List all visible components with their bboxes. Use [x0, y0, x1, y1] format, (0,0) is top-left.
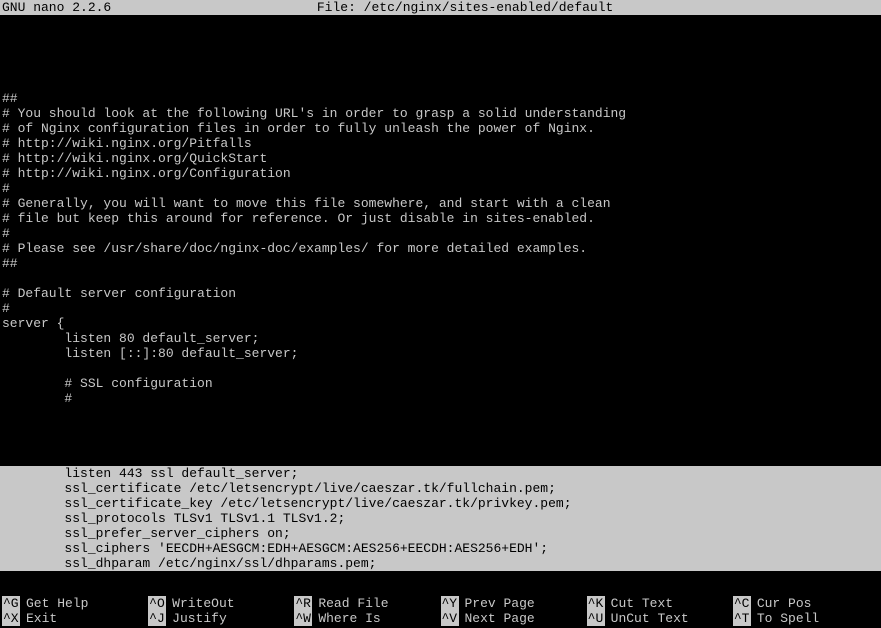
title-bar: GNU nano 2.2.6 File: /etc/nginx/sites-en…: [0, 0, 881, 15]
keycap: ^X: [2, 611, 20, 626]
shortcut-next-page[interactable]: ^V Next Page: [441, 611, 587, 626]
shortcut-exit[interactable]: ^X Exit: [2, 611, 148, 626]
shortcut-cur-pos[interactable]: ^C Cur Pos: [733, 596, 879, 611]
file-label: File: /etc/nginx/sites-enabled/default: [131, 0, 759, 15]
shortcut-label: Exit: [26, 611, 57, 626]
shortcut-get-help[interactable]: ^G Get Help: [2, 596, 148, 611]
title-spacer: [759, 0, 879, 15]
shortcut-label: Justify: [172, 611, 227, 626]
keycap: ^R: [294, 596, 312, 611]
keycap: ^W: [294, 611, 312, 626]
shortcut-to-spell[interactable]: ^T To Spell: [733, 611, 879, 626]
keycap: ^C: [733, 596, 751, 611]
shortcut-label: Where Is: [318, 611, 380, 626]
keycap: ^U: [587, 611, 605, 626]
shortcut-uncut-text[interactable]: ^U UnCut Text: [587, 611, 733, 626]
editor-selection[interactable]: listen 443 ssl default_server; ssl_certi…: [0, 466, 881, 571]
keycap: ^G: [2, 596, 20, 611]
shortcut-prev-page[interactable]: ^Y Prev Page: [441, 596, 587, 611]
shortcut-justify[interactable]: ^J Justify: [148, 611, 294, 626]
editor-area[interactable]: ## # You should look at the following UR…: [0, 15, 881, 466]
shortcut-label: UnCut Text: [611, 611, 689, 626]
shortcut-where-is[interactable]: ^W Where Is: [294, 611, 440, 626]
shortcut-writeout[interactable]: ^O WriteOut: [148, 596, 294, 611]
shortcut-label: Next Page: [465, 611, 535, 626]
shortcut-label: WriteOut: [172, 596, 234, 611]
shortcut-label: Read File: [318, 596, 388, 611]
keycap: ^K: [587, 596, 605, 611]
keycap: ^J: [148, 611, 166, 626]
app-name: GNU nano 2.2.6: [2, 0, 131, 15]
shortcut-label: To Spell: [757, 611, 819, 626]
editor-top[interactable]: ## # You should look at the following UR…: [2, 91, 879, 406]
shortcut-bar: ^G Get Help ^O WriteOut ^R Read File ^Y Prev…: [0, 596, 881, 628]
shortcut-label: Cur Pos: [757, 596, 812, 611]
shortcut-cut-text[interactable]: ^K Cut Text: [587, 596, 733, 611]
shortcut-label: Get Help: [26, 596, 88, 611]
keycap: ^O: [148, 596, 166, 611]
shortcut-label: Cut Text: [611, 596, 673, 611]
shortcut-read-file[interactable]: ^R Read File: [294, 596, 440, 611]
shortcut-label: Prev Page: [465, 596, 535, 611]
keycap: ^T: [733, 611, 751, 626]
keycap: ^V: [441, 611, 459, 626]
keycap: ^Y: [441, 596, 459, 611]
